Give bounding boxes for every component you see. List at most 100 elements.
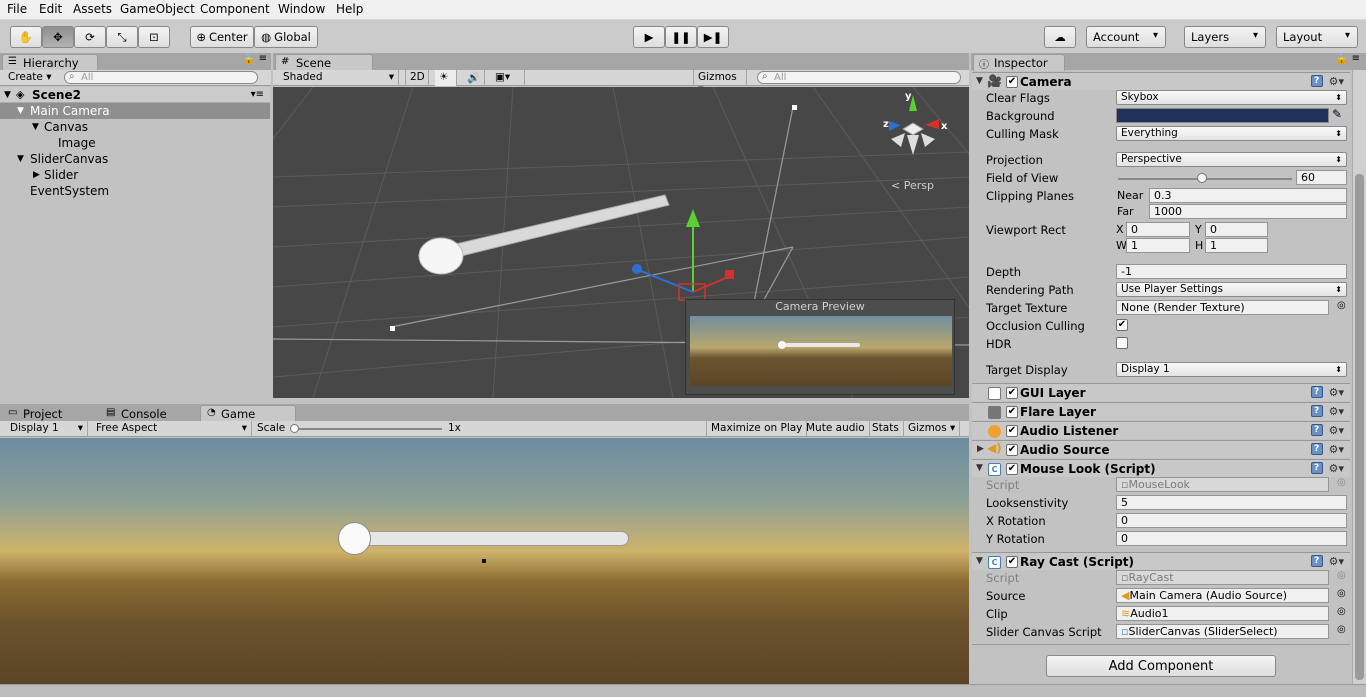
scene-viewport[interactable]: y z x < Persp Camera Preview bbox=[273, 87, 969, 398]
lighting-toggle-icon[interactable]: ☀ bbox=[435, 70, 457, 86]
mute-audio-toggle[interactable]: Mute audio bbox=[802, 421, 870, 437]
layers-dropdown[interactable]: Layers bbox=[1184, 26, 1266, 48]
cloud-button[interactable]: ☁ bbox=[1044, 26, 1076, 48]
audio-source-component-header[interactable]: ▶ ◀) ✔ Audio Source ? ⚙▾ bbox=[972, 440, 1350, 458]
hierarchy-item-slider[interactable]: ▶ Slider bbox=[0, 167, 270, 183]
hierarchy-search-input[interactable]: ⌕ All bbox=[64, 71, 258, 84]
layout-dropdown[interactable]: Layout bbox=[1276, 26, 1358, 48]
target-display-dropdown[interactable]: Display 1 bbox=[1116, 362, 1347, 377]
expand-arrow-icon[interactable]: ▼ bbox=[17, 103, 24, 119]
y-rotation-field[interactable]: 0 bbox=[1116, 531, 1347, 546]
hierarchy-item-main-camera[interactable]: ▼ Main Camera bbox=[0, 103, 270, 119]
maximize-on-play-toggle[interactable]: Maximize on Play bbox=[706, 421, 808, 437]
pivot-center-button[interactable]: ⊕ Center bbox=[190, 26, 254, 48]
help-book-icon[interactable]: ? bbox=[1310, 443, 1323, 455]
tab-scene[interactable]: # Scene bbox=[275, 54, 373, 71]
lock-icon[interactable]: 🔒 bbox=[243, 54, 255, 65]
account-dropdown[interactable]: Account bbox=[1086, 26, 1166, 48]
inspector-scrollbar[interactable] bbox=[1352, 70, 1366, 684]
hierarchy-item-slidercanvas[interactable]: ▼ SliderCanvas bbox=[0, 151, 270, 167]
expand-arrow-icon[interactable]: ▼ bbox=[4, 87, 11, 103]
game-gizmos-dropdown[interactable]: Gizmos ▾ bbox=[904, 421, 961, 437]
viewport-y-field[interactable]: 0 bbox=[1205, 222, 1268, 237]
slider-3d-object[interactable] bbox=[418, 194, 670, 275]
effects-toggle-icon[interactable]: ▣▾ bbox=[491, 70, 525, 86]
ray-cast-component-header[interactable]: ▼ C ✔ Ray Cast (Script) ? ⚙▾ bbox=[972, 552, 1350, 570]
move-tool-icon[interactable]: ✥ bbox=[42, 26, 74, 48]
rect-tool-icon[interactable]: ⊡ bbox=[138, 26, 170, 48]
persp-label[interactable]: < Persp bbox=[891, 179, 934, 192]
space-global-button[interactable]: ◍ Global bbox=[254, 26, 318, 48]
gear-icon[interactable]: ⚙▾ bbox=[1329, 555, 1344, 568]
game-slider-handle[interactable] bbox=[338, 522, 371, 555]
audio-listener-component-header[interactable]: ✔ Audio Listener ? ⚙▾ bbox=[972, 421, 1350, 439]
menu-component[interactable]: Component bbox=[200, 2, 270, 16]
hand-tool-icon[interactable]: ✋ bbox=[10, 26, 42, 48]
mouse-look-component-header[interactable]: ▼ C ✔ Mouse Look (Script) ? ⚙▾ bbox=[972, 459, 1350, 477]
help-book-icon[interactable]: ? bbox=[1310, 555, 1323, 567]
audio-source-enabled-checkbox[interactable]: ✔ bbox=[1006, 444, 1018, 456]
expand-arrow-icon[interactable]: ▼ bbox=[976, 76, 983, 86]
gear-icon[interactable]: ⚙▾ bbox=[1329, 462, 1344, 475]
flare-layer-component-header[interactable]: ✔ Flare Layer ? ⚙▾ bbox=[972, 402, 1350, 420]
clip-field[interactable]: ≋Audio1 bbox=[1116, 606, 1329, 621]
tab-inspector[interactable]: ⓘ Inspector bbox=[973, 54, 1065, 71]
pause-button[interactable]: ❚❚ bbox=[665, 26, 697, 48]
step-button[interactable]: ▶❚ bbox=[697, 26, 729, 48]
audio-toggle-icon[interactable]: 🔊 bbox=[463, 70, 485, 86]
slider-canvas-script-field[interactable]: ▫SliderCanvas (SliderSelect) bbox=[1116, 624, 1329, 639]
projection-dropdown[interactable]: Perspective bbox=[1116, 152, 1347, 167]
panel-menu-icon[interactable]: ≡ bbox=[1352, 53, 1360, 64]
viewport-x-field[interactable]: 0 bbox=[1126, 222, 1190, 237]
depth-field[interactable]: -1 bbox=[1116, 264, 1347, 279]
orientation-gizmo-icon[interactable]: y z x bbox=[883, 91, 953, 165]
game-slider-track[interactable] bbox=[352, 531, 629, 546]
gui-layer-component-header[interactable]: ✔ GUI Layer ? ⚙▾ bbox=[972, 383, 1350, 401]
expand-arrow-icon[interactable]: ▼ bbox=[17, 151, 24, 167]
target-texture-field[interactable]: None (Render Texture) bbox=[1116, 300, 1329, 315]
looksensitivity-field[interactable]: 5 bbox=[1116, 495, 1347, 510]
ray-cast-enabled-checkbox[interactable]: ✔ bbox=[1006, 556, 1018, 568]
lock-icon[interactable]: 🔒 bbox=[1336, 54, 1348, 65]
viewport-w-field[interactable]: 1 bbox=[1126, 238, 1190, 253]
fov-field[interactable]: 60 bbox=[1296, 170, 1347, 185]
viewport-h-field[interactable]: 1 bbox=[1205, 238, 1268, 253]
help-book-icon[interactable]: ? bbox=[1310, 386, 1323, 398]
occlusion-culling-checkbox[interactable]: ✔ bbox=[1116, 319, 1128, 331]
far-field[interactable]: 1000 bbox=[1149, 204, 1347, 219]
fov-slider-handle[interactable] bbox=[1196, 173, 1207, 183]
inspector-scrollbar-thumb[interactable] bbox=[1355, 174, 1364, 680]
object-picker-icon[interactable]: ◎ bbox=[1337, 606, 1346, 617]
object-picker-icon[interactable]: ◎ bbox=[1337, 300, 1346, 311]
play-button[interactable]: ▶ bbox=[633, 26, 665, 48]
flare-layer-enabled-checkbox[interactable]: ✔ bbox=[1006, 406, 1018, 418]
shading-dropdown[interactable]: Shaded ▾ bbox=[279, 70, 399, 86]
source-field[interactable]: ◀Main Camera (Audio Source) bbox=[1116, 588, 1329, 603]
scene-search-input[interactable]: ⌕ All bbox=[757, 71, 961, 84]
near-field[interactable]: 0.3 bbox=[1149, 188, 1347, 203]
help-book-icon[interactable]: ? bbox=[1310, 462, 1323, 474]
menu-assets[interactable]: Assets bbox=[73, 2, 112, 16]
collapse-arrow-icon[interactable]: ▶ bbox=[33, 167, 40, 183]
hierarchy-item-canvas[interactable]: ▼ Canvas bbox=[0, 119, 270, 135]
tab-hierarchy[interactable]: ☰ Hierarchy bbox=[2, 54, 98, 71]
eyedropper-icon[interactable]: ✎ bbox=[1332, 107, 1342, 121]
rotate-tool-icon[interactable]: ⟳ bbox=[74, 26, 106, 48]
add-component-button[interactable]: Add Component bbox=[1046, 655, 1276, 677]
culling-mask-dropdown[interactable]: Everything bbox=[1116, 126, 1347, 141]
display-dropdown[interactable]: Display 1 ▾ bbox=[6, 421, 88, 437]
stats-toggle[interactable]: Stats bbox=[868, 421, 904, 437]
hierarchy-item-image[interactable]: Image bbox=[0, 135, 270, 151]
help-book-icon[interactable]: ? bbox=[1310, 424, 1323, 436]
collapse-arrow-icon[interactable]: ▶ bbox=[977, 444, 984, 454]
tab-console[interactable]: ▤ Console bbox=[100, 405, 196, 422]
2d-toggle-button[interactable]: 2D bbox=[405, 70, 429, 86]
hdr-checkbox[interactable] bbox=[1116, 337, 1128, 349]
help-book-icon[interactable]: ? bbox=[1310, 405, 1323, 417]
aspect-dropdown[interactable]: Free Aspect ▾ bbox=[92, 421, 252, 437]
scene-menu-icon[interactable]: ▾≡ bbox=[251, 87, 264, 103]
scale-slider-track[interactable] bbox=[292, 428, 442, 430]
panel-menu-icon[interactable]: ≡ bbox=[259, 53, 267, 64]
help-book-icon[interactable]: ? bbox=[1310, 75, 1323, 87]
clear-flags-dropdown[interactable]: Skybox bbox=[1116, 90, 1347, 105]
